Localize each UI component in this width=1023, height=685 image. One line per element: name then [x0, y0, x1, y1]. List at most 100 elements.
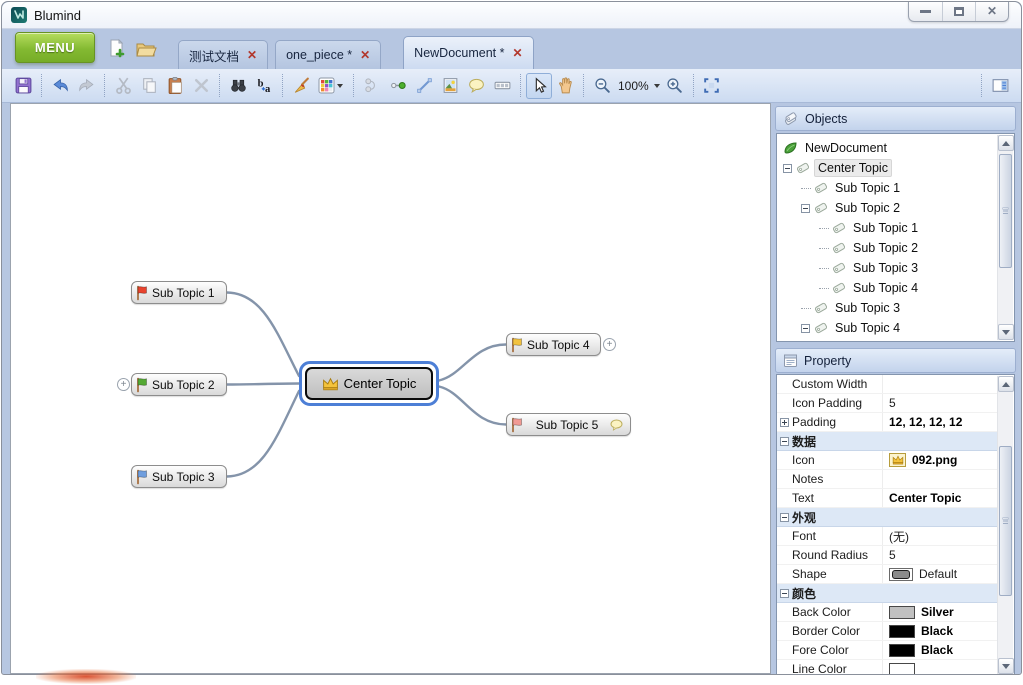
scrollbar-thumb[interactable]: [999, 154, 1012, 268]
save-button[interactable]: [10, 73, 36, 99]
property-row-10[interactable]: Round Radius5: [777, 546, 997, 565]
new-document-button[interactable]: [105, 38, 127, 60]
subtopic-node-st3[interactable]: Sub Topic 3: [131, 465, 227, 488]
line-button[interactable]: [411, 73, 437, 99]
property-row-16[interactable]: Line Color: [777, 660, 997, 675]
property-row-3[interactable]: Padding12, 12, 12, 12: [777, 413, 997, 432]
tab-close-icon[interactable]: ✕: [360, 49, 370, 61]
property-row-14[interactable]: Border ColorBlack: [777, 622, 997, 641]
property-row-9[interactable]: Font(无): [777, 527, 997, 546]
delete-button[interactable]: [188, 73, 214, 99]
tree-item-3[interactable]: Sub Topic 1: [777, 178, 997, 198]
tree-expander[interactable]: [783, 164, 792, 173]
property-value: (无): [889, 528, 909, 545]
flag-icon: [510, 417, 524, 433]
zoom-level-value[interactable]: 100%: [618, 79, 649, 93]
tree-item-8[interactable]: Sub Topic 4: [777, 278, 997, 298]
open-document-button[interactable]: [135, 38, 157, 60]
tree-expander[interactable]: [801, 204, 810, 213]
pan-hand-icon: [556, 76, 575, 95]
property-value: 5: [889, 396, 896, 410]
insert-note-button[interactable]: [463, 73, 489, 99]
zoom-in-button[interactable]: [662, 73, 688, 99]
property-category-12[interactable]: 颜色: [777, 584, 997, 603]
format-brush-button[interactable]: [288, 73, 314, 99]
tree-item-5[interactable]: Sub Topic 1: [777, 218, 997, 238]
menu-button[interactable]: MENU: [15, 32, 95, 63]
mindmap-canvas[interactable]: Sub Topic 1Sub Topic 2+Sub Topic 3Sub To…: [10, 103, 771, 674]
category-expander[interactable]: [780, 589, 789, 598]
document-tab-1[interactable]: 测试文档✕: [178, 40, 268, 69]
tab-close-icon[interactable]: ✕: [513, 47, 523, 59]
property-category-8[interactable]: 外观: [777, 508, 997, 527]
minimize-button[interactable]: [909, 1, 942, 21]
close-button[interactable]: ✕: [975, 1, 1008, 21]
property-row-5[interactable]: Icon092.png: [777, 451, 997, 470]
center-topic-node[interactable]: Center Topic: [299, 361, 439, 406]
property-row-2[interactable]: Icon Padding 5: [777, 394, 997, 413]
scroll-down-button[interactable]: [998, 658, 1014, 674]
category-expander[interactable]: [780, 513, 789, 522]
tree-item-6[interactable]: Sub Topic 2: [777, 238, 997, 258]
category-expander[interactable]: [780, 437, 789, 446]
redo-button[interactable]: [73, 73, 99, 99]
tree-expander[interactable]: [801, 324, 810, 333]
property-label: Icon Padding: [792, 396, 882, 410]
tree-item-4[interactable]: Sub Topic 2: [777, 198, 997, 218]
fit-to-window-button[interactable]: [699, 73, 725, 99]
insert-image-button[interactable]: [437, 73, 463, 99]
tree-item-7[interactable]: Sub Topic 3: [777, 258, 997, 278]
copy-button[interactable]: [136, 73, 162, 99]
property-panel-header[interactable]: Property: [775, 348, 1016, 373]
property-row-11[interactable]: ShapeDefault: [777, 565, 997, 584]
branch-collapse-button[interactable]: +: [603, 338, 616, 351]
property-label: Notes: [792, 472, 882, 486]
scrollbar-thumb[interactable]: [999, 446, 1012, 596]
replace-button[interactable]: ba: [251, 73, 277, 99]
find-button[interactable]: [225, 73, 251, 99]
subtopic-node-st5[interactable]: Sub Topic 5: [506, 413, 631, 436]
relationship-button[interactable]: [359, 73, 385, 99]
property-category-4[interactable]: 数据: [777, 432, 997, 451]
zoom-out-button[interactable]: [589, 73, 615, 99]
maximize-button[interactable]: [942, 1, 975, 21]
scroll-up-button[interactable]: [998, 376, 1014, 392]
branch-collapse-button[interactable]: +: [117, 378, 130, 391]
property-grid-scrollbar[interactable]: [997, 376, 1013, 674]
toolbar-separator: [353, 74, 354, 97]
subtopic-node-st4[interactable]: Sub Topic 4: [506, 333, 601, 356]
toggle-right-panel-button[interactable]: [987, 73, 1013, 99]
document-tab-3[interactable]: NewDocument *✕: [403, 36, 533, 69]
subtopic-node-st2[interactable]: Sub Topic 2: [131, 373, 227, 396]
tree-item-2[interactable]: Center Topic: [777, 158, 997, 178]
property-row-15[interactable]: Fore ColorBlack: [777, 641, 997, 660]
paste-icon: [166, 76, 185, 95]
scroll-down-button[interactable]: [998, 324, 1014, 340]
link-button[interactable]: [385, 73, 411, 99]
document-tab-2[interactable]: one_piece *✕: [275, 40, 381, 69]
tree-item-10[interactable]: Sub Topic 4: [777, 318, 997, 338]
tree-item-1[interactable]: NewDocument: [777, 138, 997, 158]
paste-button[interactable]: [162, 73, 188, 99]
color-palette-button[interactable]: [314, 73, 348, 99]
zoom-dropdown-caret[interactable]: [654, 84, 660, 88]
property-row-1[interactable]: Custom Width: [777, 375, 997, 394]
connector-line: [227, 293, 299, 377]
objects-tree-scrollbar[interactable]: [997, 135, 1013, 340]
pan-tool-button[interactable]: [552, 73, 578, 99]
cut-button[interactable]: [110, 73, 136, 99]
select-tool-button[interactable]: [526, 73, 552, 99]
property-expander[interactable]: [780, 418, 789, 427]
subtopic-node-st1[interactable]: Sub Topic 1: [131, 281, 227, 304]
objects-panel-header[interactable]: Objects: [775, 106, 1016, 131]
undo-icon: [51, 76, 70, 95]
tab-close-icon[interactable]: ✕: [247, 49, 257, 61]
property-row-7[interactable]: TextCenter Topic: [777, 489, 997, 508]
tree-item-9[interactable]: Sub Topic 3: [777, 298, 997, 318]
progress-bar-icon: [493, 76, 512, 95]
undo-button[interactable]: [47, 73, 73, 99]
progress-bar-button[interactable]: [489, 73, 515, 99]
scroll-up-button[interactable]: [998, 135, 1014, 151]
property-row-13[interactable]: Back ColorSilver: [777, 603, 997, 622]
property-row-6[interactable]: Notes: [777, 470, 997, 489]
